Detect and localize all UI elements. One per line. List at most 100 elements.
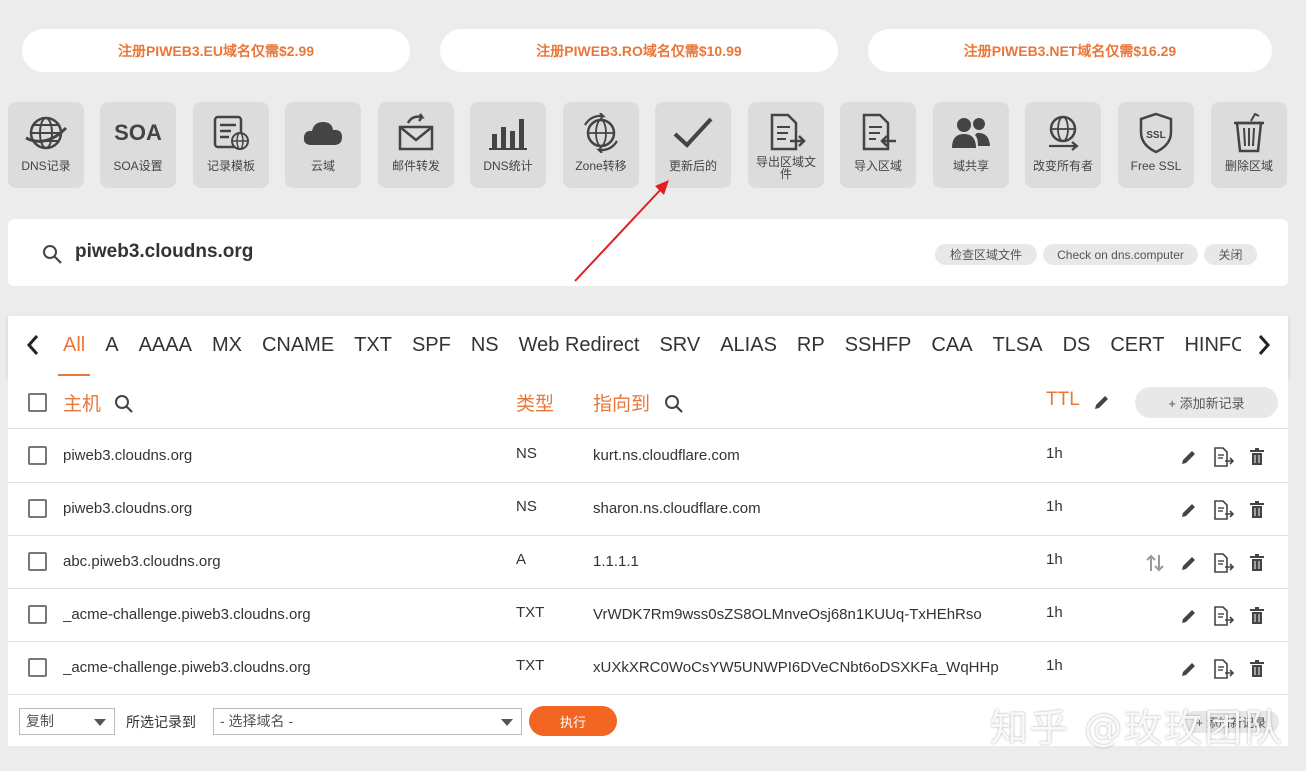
tab-srv[interactable]: SRV: [654, 316, 705, 376]
row-checkbox[interactable]: [28, 605, 47, 624]
record-type: NS: [516, 445, 537, 462]
record-points-to: sharon.ns.cloudflare.com: [593, 500, 761, 517]
tab-caa[interactable]: CAA: [926, 316, 977, 376]
row-checkbox[interactable]: [28, 446, 47, 465]
record-ttl: 1h: [1046, 551, 1063, 568]
promo-ro-link[interactable]: 注册PIWEB3.RO域名仅需$10.99: [440, 29, 838, 72]
tool-domain-share[interactable]: 域共享: [933, 102, 1009, 188]
globe-sync-icon: [579, 112, 623, 154]
tool-label: Free SSL: [1130, 159, 1182, 173]
edit-pencil-icon[interactable]: [1178, 658, 1200, 680]
record-ttl: 1h: [1046, 657, 1063, 674]
tool-label: 云域: [310, 159, 335, 173]
tool-import-zone[interactable]: 导入区域: [840, 102, 916, 188]
delete-trash-icon[interactable]: [1246, 499, 1268, 521]
tool-change-owner[interactable]: 改变所有者: [1025, 102, 1101, 188]
globe-transfer-icon: [1041, 112, 1085, 154]
tab-a[interactable]: A: [100, 316, 123, 376]
record-ttl: 1h: [1046, 498, 1063, 515]
edit-pencil-icon[interactable]: [1178, 552, 1200, 574]
delete-trash-icon[interactable]: [1246, 552, 1268, 574]
tool-record-templates[interactable]: 记录模板: [193, 102, 269, 188]
record-host: piweb3.cloudns.org: [63, 500, 193, 517]
record-type: A: [516, 551, 527, 568]
users-icon: [949, 112, 993, 154]
row-checkbox[interactable]: [28, 658, 47, 677]
tab-sshfp[interactable]: SSHFP: [840, 316, 917, 376]
delete-trash-icon[interactable]: [1246, 446, 1268, 468]
tab-all[interactable]: All: [58, 317, 91, 376]
delete-trash-icon[interactable]: [1246, 605, 1268, 627]
tool-label: 删除区域: [1224, 159, 1273, 173]
tab-ds[interactable]: DS: [1058, 316, 1096, 376]
edit-pencil-icon[interactable]: [1178, 605, 1200, 627]
tab-ns[interactable]: NS: [466, 316, 504, 376]
tab-tlsa[interactable]: TLSA: [988, 316, 1048, 376]
promo-eu-link[interactable]: 注册PIWEB3.EU域名仅需$2.99: [22, 29, 410, 72]
tab-web-redirect[interactable]: Web Redirect: [514, 316, 645, 376]
bulk-action-select[interactable]: 复制: [19, 708, 115, 735]
edit-pencil-icon[interactable]: [1178, 446, 1200, 468]
tool-free-ssl[interactable]: SSL Free SSL: [1118, 102, 1194, 188]
ttl-edit-pencil-icon[interactable]: [1093, 393, 1111, 416]
export-record-icon[interactable]: [1212, 499, 1234, 521]
search-icon[interactable]: [42, 244, 64, 271]
target-domain-placeholder: - 选择域名 -: [220, 713, 294, 729]
select-all-checkbox[interactable]: [28, 393, 47, 412]
tool-dns-stats[interactable]: DNS统计: [470, 102, 546, 188]
promo-net-link[interactable]: 注册PIWEB3.NET域名仅需$16.29: [868, 29, 1272, 72]
tab-txt[interactable]: TXT: [349, 316, 397, 376]
host-search-icon[interactable]: [114, 394, 134, 419]
ssl-shield-icon: SSL: [1134, 112, 1178, 154]
table-row: piweb3.cloudns.org NS kurt.ns.cloudflare.c…: [8, 430, 1288, 483]
execute-button[interactable]: 执行: [529, 706, 617, 736]
soa-text-icon: SOA: [114, 120, 162, 145]
check-dns-computer-button[interactable]: Check on dns.computer: [1043, 244, 1198, 265]
tool-dns-records[interactable]: DNS记录: [8, 102, 84, 188]
tab-rp[interactable]: RP: [792, 316, 830, 376]
tab-spf[interactable]: SPF: [407, 316, 456, 376]
tabs-next-chevron-icon[interactable]: [1249, 330, 1279, 360]
record-points-to: xUXkXRC0WoCsYW5UNWPI6DVeCNbt6oDSXKFa_WqH…: [593, 659, 999, 676]
points-to-search-icon[interactable]: [664, 394, 684, 419]
export-record-icon[interactable]: [1212, 552, 1234, 574]
tab-aaaa[interactable]: AAAA: [134, 316, 197, 376]
delete-trash-icon[interactable]: [1246, 658, 1268, 680]
toggle-arrows-icon[interactable]: [1144, 552, 1166, 574]
export-record-icon[interactable]: [1212, 658, 1234, 680]
check-zone-file-button[interactable]: 检查区域文件: [935, 244, 1037, 265]
tool-delete-zone[interactable]: 删除区域: [1211, 102, 1287, 188]
tool-zone-transfer[interactable]: Zone转移: [563, 102, 639, 188]
close-button[interactable]: 关闭: [1204, 244, 1257, 265]
tool-mail-forward[interactable]: 邮件转发: [378, 102, 454, 188]
record-type: NS: [516, 498, 537, 515]
promo-banner-row: 注册PIWEB3.EU域名仅需$2.99 注册PIWEB3.RO域名仅需$10.…: [22, 29, 1274, 73]
export-record-icon[interactable]: [1212, 446, 1234, 468]
target-domain-select[interactable]: - 选择域名 -: [213, 708, 522, 735]
row-checkbox[interactable]: [28, 552, 47, 571]
tool-cloud-domain[interactable]: 云域: [285, 102, 361, 188]
bulk-action-value: 复制: [26, 713, 54, 729]
tool-label: 改变所有者: [1032, 159, 1093, 173]
table-row: _acme-challenge.piweb3.cloudns.org TXT VrW…: [8, 589, 1288, 642]
export-record-icon[interactable]: [1212, 605, 1234, 627]
tool-label: DNS记录: [21, 159, 71, 173]
add-new-record-button[interactable]: + 添加新记录: [1135, 387, 1278, 418]
tab-alias[interactable]: ALIAS: [715, 316, 782, 376]
table-header: 主机 类型 指向到 TTL + 添加新记录: [8, 376, 1288, 429]
cloud-icon: [301, 112, 345, 154]
record-points-to: VrWDK7Rm9wss0sZS8OLMnveOsj68n1KUUq-TxHEh…: [593, 606, 982, 623]
tabs-prev-chevron-icon[interactable]: [18, 330, 48, 360]
tool-export-zone[interactable]: 导出区域文件: [748, 102, 824, 188]
trash-icon: [1227, 112, 1271, 154]
row-checkbox[interactable]: [28, 499, 47, 518]
tool-label: SOA设置: [113, 159, 163, 173]
tab-cname[interactable]: CNAME: [257, 316, 339, 376]
tool-soa-settings[interactable]: SOA SOA设置: [100, 102, 176, 188]
tab-hinfo[interactable]: HINFO: [1179, 316, 1241, 376]
tab-strip: All A AAAA MX CNAME TXT SPF NS Web Redirect SRV AL…: [58, 316, 1241, 376]
edit-pencil-icon[interactable]: [1178, 499, 1200, 521]
tool-updated[interactable]: 更新后的: [655, 102, 731, 188]
tab-mx[interactable]: MX: [207, 316, 247, 376]
tab-cert[interactable]: CERT: [1105, 316, 1169, 376]
